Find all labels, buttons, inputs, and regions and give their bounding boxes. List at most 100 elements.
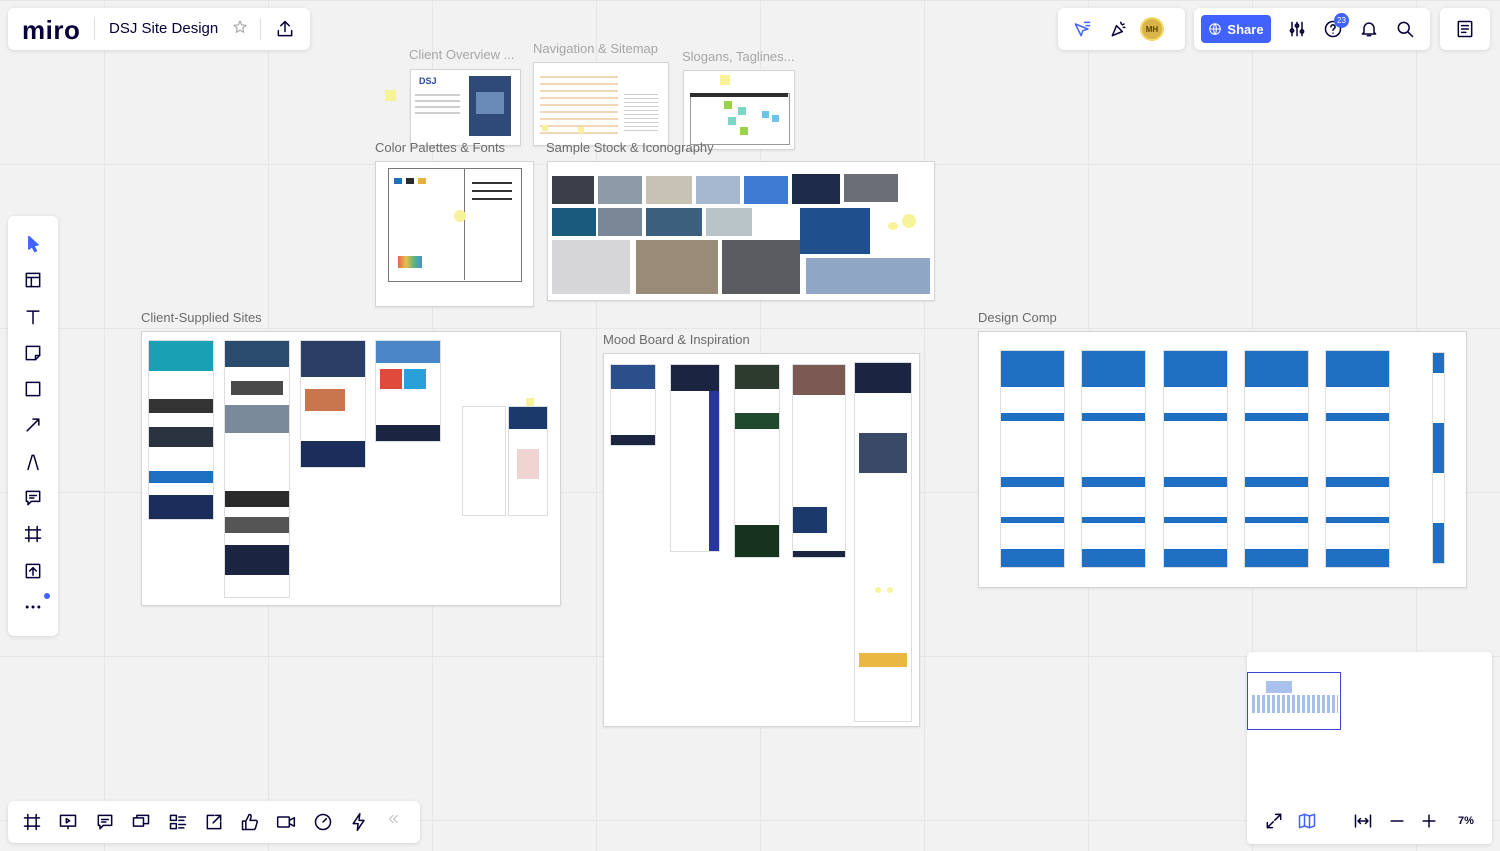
design-comp-page — [1081, 350, 1146, 568]
website-screenshot — [375, 340, 441, 442]
minimap[interactable]: 7% — [1247, 652, 1492, 844]
design-comp-page — [1163, 350, 1228, 568]
minimap-viewport[interactable] — [1247, 672, 1341, 730]
reactions-icon[interactable] — [1109, 19, 1129, 39]
export-icon[interactable] — [275, 19, 295, 39]
frames-icon[interactable] — [22, 812, 42, 832]
search-icon[interactable] — [1395, 19, 1415, 39]
frame-title-sample-stock[interactable]: Sample Stock & Iconography — [546, 140, 714, 155]
stock-photo — [722, 240, 800, 294]
stock-photo — [844, 174, 898, 202]
website-screenshot — [224, 340, 290, 598]
presentation-icon[interactable] — [58, 812, 78, 832]
collapse-icon[interactable] — [386, 812, 400, 826]
screens-icon[interactable] — [131, 812, 151, 832]
bell-icon[interactable] — [1359, 19, 1379, 39]
frame-navigation[interactable] — [533, 62, 669, 146]
voting-icon[interactable] — [240, 812, 260, 832]
frame-client-overview[interactable]: DSJ — [410, 69, 521, 146]
help-badge: 23 — [1334, 13, 1349, 28]
notes-bar — [1440, 8, 1490, 50]
board-header: miro DSJ Site Design — [8, 8, 310, 50]
stock-photo — [706, 208, 752, 236]
website-screenshot — [300, 340, 366, 468]
timer-icon[interactable] — [313, 812, 333, 832]
stock-photo — [646, 208, 702, 236]
design-comp-page — [1244, 350, 1309, 568]
frame-title-client-sites[interactable]: Client-Supplied Sites — [141, 310, 262, 325]
map-icon[interactable] — [1297, 811, 1317, 831]
stock-photo — [552, 240, 630, 294]
website-screenshot — [148, 340, 214, 520]
stock-photo — [744, 176, 788, 204]
frame-design-comp[interactable] — [978, 331, 1467, 588]
stock-photo — [598, 176, 642, 204]
website-screenshot — [670, 364, 720, 552]
fullscreen-icon[interactable] — [1264, 811, 1284, 831]
website-screenshot — [508, 406, 548, 516]
stock-photo — [696, 176, 740, 204]
star-icon[interactable] — [232, 19, 248, 35]
board-title[interactable]: DSJ Site Design — [109, 20, 218, 37]
share-label: Share — [1227, 21, 1264, 37]
collaboration-bar: MH — [1058, 8, 1185, 50]
comments-icon[interactable] — [95, 812, 115, 832]
design-comp-page — [1432, 352, 1445, 564]
frame-title-color-palettes[interactable]: Color Palettes & Fonts — [375, 140, 505, 155]
stock-photo — [646, 176, 692, 204]
stock-photo — [598, 208, 642, 236]
frame-sample-stock[interactable] — [547, 161, 935, 301]
stock-photo — [792, 174, 840, 204]
share-screen-icon[interactable] — [204, 812, 224, 832]
video-icon[interactable] — [276, 812, 296, 832]
notes-icon[interactable] — [1455, 19, 1475, 39]
comment-icon[interactable] — [23, 488, 43, 508]
miro-logo[interactable]: miro — [22, 15, 80, 46]
sticky-note[interactable] — [385, 90, 396, 101]
text-icon[interactable] — [23, 307, 43, 327]
cursor-tracking-icon[interactable] — [1072, 19, 1092, 39]
frame-title-client-overview[interactable]: Client Overview ... — [409, 47, 514, 62]
zoom-in-icon[interactable] — [1419, 811, 1439, 831]
frame-icon[interactable] — [23, 524, 43, 544]
frame-slogans[interactable] — [683, 70, 795, 150]
zoom-level[interactable]: 7% — [1458, 815, 1474, 827]
frame-color-palettes[interactable] — [375, 161, 534, 307]
pen-icon[interactable] — [23, 452, 43, 472]
share-button[interactable]: Share — [1201, 15, 1271, 43]
avatar[interactable]: MH — [1140, 17, 1164, 41]
website-screenshot — [792, 364, 846, 558]
new-tools-dot — [44, 593, 50, 599]
stock-photo — [552, 176, 594, 204]
stock-photo — [636, 240, 718, 294]
activity-icon[interactable] — [349, 812, 369, 832]
frame-title-navigation[interactable]: Navigation & Sitemap — [533, 41, 658, 56]
frame-mood-board[interactable] — [603, 353, 920, 727]
board-actions-bar: Share 23 — [1194, 8, 1430, 50]
frame-client-sites[interactable] — [141, 331, 561, 606]
frame-title-design-comp[interactable]: Design Comp — [978, 310, 1057, 325]
stock-photo — [806, 258, 930, 294]
frame-title-slogans[interactable]: Slogans, Taglines... — [682, 49, 795, 64]
design-comp-page — [1000, 350, 1065, 568]
website-screenshot — [734, 364, 780, 558]
connection-line-icon[interactable] — [23, 415, 43, 435]
card-icon[interactable] — [168, 812, 188, 832]
upload-icon[interactable] — [23, 561, 43, 581]
website-screenshot — [462, 406, 506, 516]
stock-photo — [552, 208, 596, 236]
shape-icon[interactable] — [23, 379, 43, 399]
settings-sliders-icon[interactable] — [1287, 19, 1307, 39]
globe-icon — [1208, 22, 1222, 36]
zoom-out-icon[interactable] — [1387, 811, 1407, 831]
website-screenshot — [610, 364, 656, 446]
sticky-note-icon[interactable] — [23, 343, 43, 363]
templates-icon[interactable] — [23, 270, 43, 290]
more-icon[interactable] — [23, 597, 43, 617]
website-screenshot — [854, 362, 912, 722]
design-comp-page — [1325, 350, 1390, 568]
fit-to-screen-icon[interactable] — [1353, 811, 1373, 831]
select-icon[interactable] — [23, 234, 43, 254]
frame-title-mood-board[interactable]: Mood Board & Inspiration — [603, 332, 750, 347]
creation-toolbar — [8, 216, 58, 636]
